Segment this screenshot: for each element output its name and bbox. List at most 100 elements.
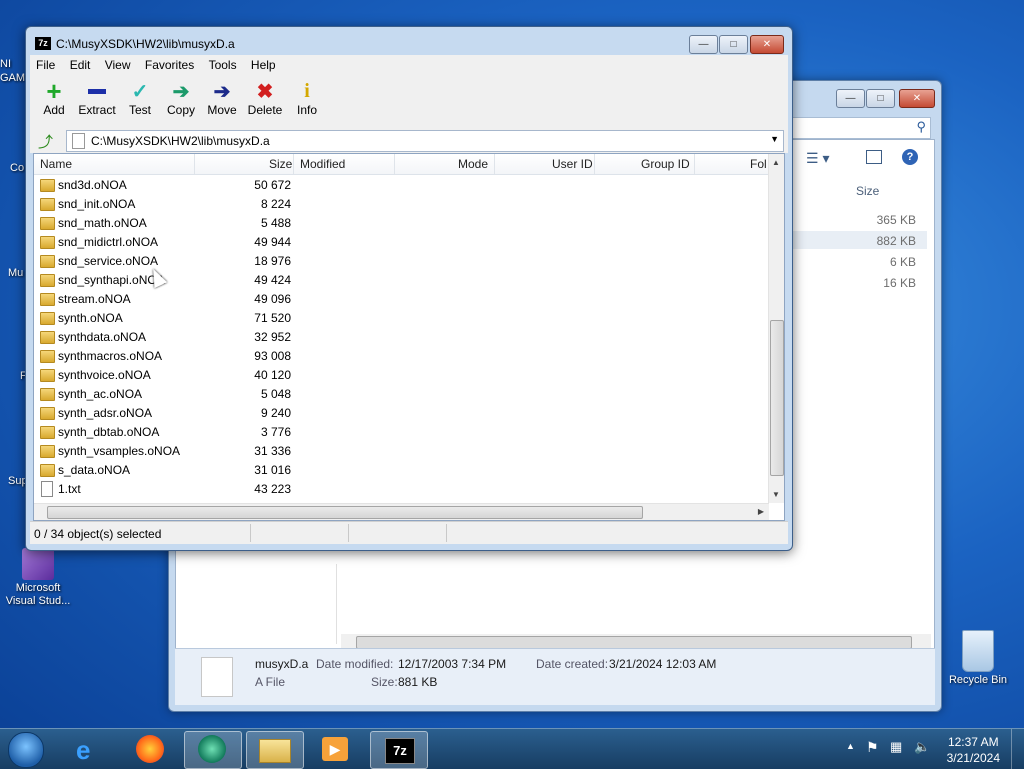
minimize-button[interactable]: — <box>689 35 718 54</box>
menu-favorites[interactable]: Favorites <box>139 55 199 73</box>
file-row[interactable]: synth_vsamples.oNOA 31 336 <box>34 442 769 461</box>
7zip-window[interactable]: 7z C:\MusyXSDK\HW2\lib\musyxD.a — □ ✕ Fi… <box>25 26 793 551</box>
close-button[interactable]: ✕ <box>750 35 784 54</box>
column-group-id[interactable]: Group ID <box>641 157 690 171</box>
taskbar-7zip[interactable]: 7z <box>370 731 428 769</box>
add-button[interactable]: + Add <box>40 76 68 118</box>
help-icon[interactable]: ? <box>902 149 918 165</box>
menu-view[interactable]: View <box>99 55 136 73</box>
file-row[interactable]: stream.oNOA 49 096 <box>34 290 769 309</box>
move-button[interactable]: ➔ Move <box>206 79 238 118</box>
info-button[interactable]: i Info <box>294 79 320 118</box>
address-field[interactable]: C:\MusyXSDK\HW2\lib\musyxD.a ▼ <box>66 130 784 152</box>
horizontal-scrollbar[interactable]: ▶ <box>34 503 769 520</box>
file-row[interactable]: snd3d.oNOA 50 672 <box>34 176 769 195</box>
scroll-right-arrow-icon[interactable]: ▶ <box>758 507 764 516</box>
preview-pane-icon[interactable] <box>866 150 882 164</box>
column-divider[interactable] <box>494 154 495 174</box>
column-divider[interactable] <box>694 154 695 174</box>
column-modified[interactable]: Modified <box>300 157 345 171</box>
menu-help[interactable]: Help <box>245 55 281 73</box>
file-list[interactable]: Name Size Modified Mode User ID Group ID… <box>33 153 785 521</box>
file-name: synth_ac.oNOA <box>58 387 143 401</box>
extract-button[interactable]: Extract <box>77 79 117 117</box>
vertical-scrollbar[interactable]: ▲ ▼ <box>768 154 784 503</box>
show-desktop-button[interactable] <box>1011 729 1024 769</box>
file-size: 32 952 <box>254 330 291 344</box>
details-size-label: Size: <box>371 675 398 689</box>
test-button[interactable]: ✓ Test <box>126 79 154 118</box>
file-row[interactable]: synth_adsr.oNOA 9 240 <box>34 404 769 423</box>
chevron-down-icon[interactable]: ▼ <box>770 134 779 144</box>
file-size: 18 976 <box>254 254 291 268</box>
file-row[interactable]: synth_dbtab.oNOA 3 776 <box>34 423 769 442</box>
menu-file[interactable]: File <box>30 55 60 73</box>
scroll-down-arrow-icon[interactable]: ▼ <box>772 490 780 499</box>
view-options-icon[interactable]: ☰ ▾ <box>806 150 829 167</box>
desktop-label-clipped-4: Mu <box>8 267 24 279</box>
explorer-maximize-button[interactable]: □ <box>866 89 895 108</box>
scroll-up-arrow-icon[interactable]: ▲ <box>772 158 780 167</box>
column-mode[interactable]: Mode <box>458 157 488 171</box>
file-row[interactable]: synthdata.oNOA 32 952 <box>34 328 769 347</box>
clock[interactable]: 12:37 AM 3/21/2024 <box>947 734 1000 766</box>
delete-button[interactable]: ✖ Delete <box>247 79 283 118</box>
column-divider[interactable] <box>194 154 195 174</box>
file-row[interactable]: synth.oNOA 71 520 <box>34 309 769 328</box>
desktop-icon-label: Microsoft Visual Stud... <box>5 582 71 607</box>
folder-icon <box>259 739 291 763</box>
file-size: 49 096 <box>254 292 291 306</box>
column-divider[interactable] <box>293 154 294 174</box>
file-row[interactable]: snd_math.oNOA 5 488 <box>34 214 769 233</box>
show-hidden-icons-icon[interactable]: ▲ <box>846 741 855 751</box>
file-row[interactable]: snd_midictrl.oNOA 49 944 <box>34 233 769 252</box>
explorer-minimize-button[interactable]: — <box>836 89 865 108</box>
column-name[interactable]: Name <box>40 157 72 171</box>
explorer-close-button[interactable]: ✕ <box>899 89 935 108</box>
action-center-flag-icon[interactable]: ⚑ <box>866 739 879 756</box>
extract-label: Extract <box>78 103 116 117</box>
file-row[interactable]: s_data.oNOA 31 016 <box>34 461 769 480</box>
taskbar-media-player[interactable]: ▶ <box>308 731 364 767</box>
desktop-icon-label: Recycle Bin <box>948 674 1008 686</box>
taskbar-file-explorer[interactable] <box>246 731 304 769</box>
taskbar-internet-explorer[interactable]: e <box>62 731 118 767</box>
explorer-search-box[interactable]: ⚲ <box>789 117 931 139</box>
file-row[interactable]: snd_synthapi.oNOA 49 424 <box>34 271 769 290</box>
desktop-icon-visual-studio[interactable]: Microsoft Visual Stud... <box>2 548 74 608</box>
copy-button[interactable]: ➔ Copy <box>166 79 196 118</box>
folder-icon <box>40 426 55 439</box>
column-divider[interactable] <box>394 154 395 174</box>
file-row[interactable]: 1.txt 43 223 <box>34 480 769 499</box>
column-headers: Name Size Modified Mode User ID Group ID… <box>34 154 769 175</box>
media-app-icon <box>198 735 226 763</box>
maximize-button[interactable]: □ <box>719 35 748 54</box>
horizontal-scroll-thumb[interactable] <box>47 506 643 519</box>
file-row[interactable]: snd_init.oNOA 8 224 <box>34 195 769 214</box>
menu-edit[interactable]: Edit <box>64 55 96 73</box>
column-size[interactable]: Size <box>269 157 292 171</box>
column-folder[interactable]: Fol <box>750 157 767 171</box>
column-divider[interactable] <box>594 154 595 174</box>
desktop-label-clipped-1: NI <box>0 58 11 70</box>
file-icon <box>72 133 85 149</box>
menu-tools[interactable]: Tools <box>203 55 242 73</box>
vertical-scroll-thumb[interactable] <box>770 320 784 476</box>
taskbar-app-green[interactable] <box>184 731 242 769</box>
file-row[interactable]: snd_service.oNOA 18 976 <box>34 252 769 271</box>
file-row[interactable]: synth_ac.oNOA 5 048 <box>34 385 769 404</box>
desktop-icon-recycle-bin[interactable]: Recycle Bin <box>942 630 1014 687</box>
file-size: 43 223 <box>254 482 291 496</box>
taskbar-firefox[interactable] <box>122 731 178 767</box>
explorer-size-header[interactable]: Size <box>856 184 879 198</box>
explorer-nav-divider <box>336 564 337 644</box>
status-divider <box>446 524 447 542</box>
column-user-id[interactable]: User ID <box>552 157 593 171</box>
network-icon[interactable]: ▦ <box>890 739 902 755</box>
up-folder-icon[interactable]: ⤴ <box>38 131 53 152</box>
start-button[interactable] <box>8 732 44 768</box>
details-file-name: musyxD.a <box>255 657 309 671</box>
file-row[interactable]: synthmacros.oNOA 93 008 <box>34 347 769 366</box>
file-row[interactable]: synthvoice.oNOA 40 120 <box>34 366 769 385</box>
volume-muted-icon[interactable]: 🔈 <box>914 739 930 755</box>
